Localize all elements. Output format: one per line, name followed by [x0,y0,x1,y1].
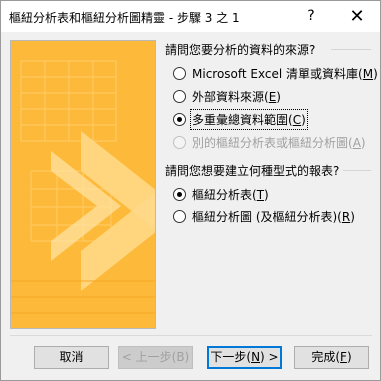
window-title: 樞紐分析表和樞紐分析圖精靈 - 步驟 3 之 1 [9,11,240,25]
radio-multiple-consolidation-label[interactable]: 多重彙總資料範圍(C) [190,108,308,130]
source-group-label: 請問您要分析的資料的來源? [165,41,315,58]
radio-excel-list-label[interactable]: Microsoft Excel 清單或資料庫(M) [192,65,378,82]
radio-another-pivot-indicator [173,135,186,149]
source-group-label-text: 請問您要分析的資料的來源? [165,43,316,57]
radio-multiple-consolidation[interactable]: 多重彙總資料範圍(C) [173,108,308,130]
report-group-separator [343,170,371,171]
radio-multiple-consolidation-indicator[interactable] [173,112,186,126]
radio-external-source-indicator[interactable] [173,89,186,103]
next-button[interactable]: 下一步(N) > [207,346,282,369]
close-button[interactable]: ✕ [334,1,380,32]
finish-button[interactable]: 完成(F) [294,346,369,369]
radio-pivot-chart-indicator[interactable] [173,209,186,223]
radio-pivot-table-indicator[interactable] [173,187,186,201]
report-group-label-text: 請問您想要建立何種型式的報表? [165,164,340,178]
radio-external-source[interactable]: 外部資料來源(E) [173,87,281,105]
help-button[interactable]: ? [288,1,334,32]
wizard-dialog: 樞紐分析表和樞紐分析圖精靈 - 步驟 3 之 1 ? ✕ 請問您要分析的資料的來… [0,0,381,381]
report-group-label: 請問您想要建立何種型式的報表? [165,162,339,179]
title-bar: 樞紐分析表和樞紐分析圖精靈 - 步驟 3 之 1 ? ✕ [1,1,380,32]
radio-another-pivot: 別的樞紐分析表或樞紐分析圖(A) [173,133,366,151]
button-separator [10,335,372,336]
wizard-illustration [10,40,156,329]
wizard-art-graphic [11,41,155,328]
radio-pivot-chart-label[interactable]: 樞紐分析圖 (及樞紐分析表)(R) [192,208,355,225]
radio-pivot-table-label[interactable]: 樞紐分析表(T) [192,186,269,203]
radio-another-pivot-label: 別的樞紐分析表或樞紐分析圖(A) [192,135,366,150]
radio-excel-list[interactable]: Microsoft Excel 清單或資料庫(M) [173,64,378,82]
source-group-separator [331,49,371,50]
radio-pivot-chart[interactable]: 樞紐分析圖 (及樞紐分析表)(R) [173,207,355,225]
back-button: < 上一步(B) [118,346,193,369]
radio-excel-list-indicator[interactable] [173,66,186,80]
radio-external-source-label[interactable]: 外部資料來源(E) [192,88,281,105]
cancel-button[interactable]: 取消 [34,346,109,369]
radio-pivot-table[interactable]: 樞紐分析表(T) [173,185,269,203]
